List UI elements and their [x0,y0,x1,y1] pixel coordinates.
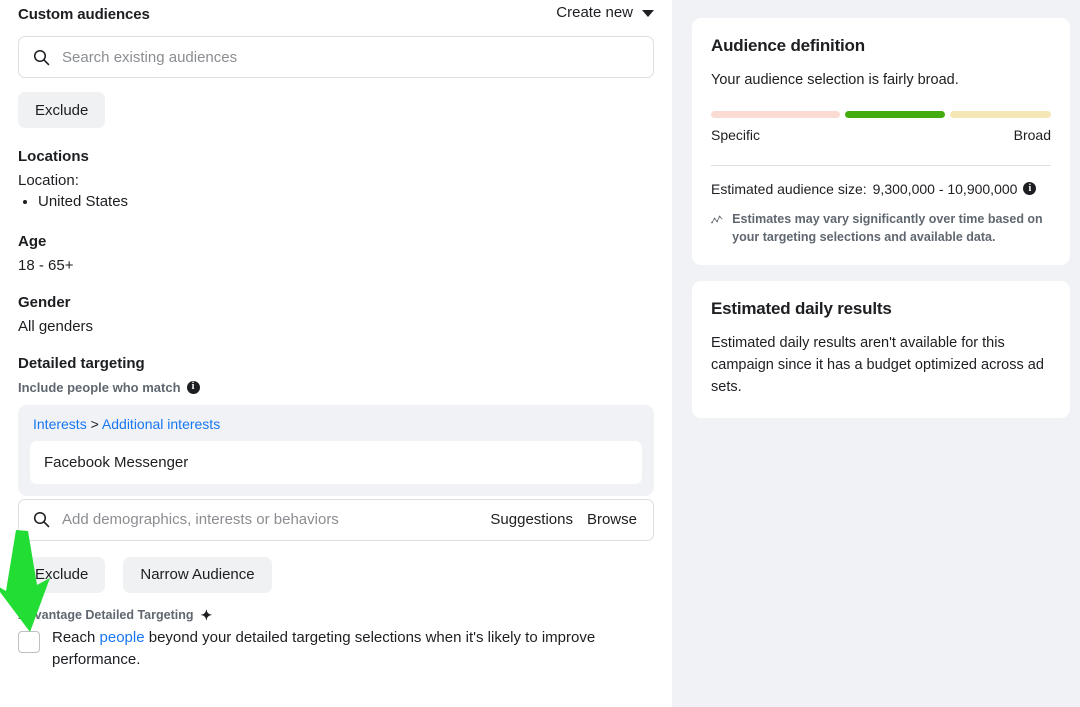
search-icon [33,49,50,66]
add-targeting-actions: Suggestions Browse [490,511,637,528]
estimated-daily-results-body: Estimated daily results aren't available… [711,333,1051,398]
meter-broad-label: Broad [1014,127,1051,143]
age-value: 18 - 65+ [18,257,654,274]
specific-segment [711,111,840,118]
locations-title: Locations [18,148,654,165]
advantage-description: Reach people beyond your detailed target… [52,627,630,671]
create-new-dropdown[interactable]: Create new [556,4,654,21]
estimated-size-label: Estimated audience size: [711,181,867,197]
included-targeting-group: Interests > Additional interests Faceboo… [18,405,654,496]
people-link[interactable]: people [100,629,145,646]
info-icon[interactable]: i [1023,182,1036,195]
estimated-size-value: 9,300,000 - 10,900,000 [873,181,1018,197]
detailed-targeting-title: Detailed targeting [18,355,654,372]
selected-interest-token[interactable]: Facebook Messenger [30,441,642,484]
age-section: Age 18 - 65+ [18,233,654,274]
audience-definition-title: Audience definition [711,36,1051,56]
exclude-audiences-button[interactable]: Exclude [18,92,105,128]
exclude-targeting-button[interactable]: Exclude [18,557,105,593]
include-people-label: Include people who match [18,380,181,395]
custom-audiences-header: Custom audiences Create new [18,0,654,23]
meter-specific-label: Specific [711,127,760,143]
narrow-audience-button[interactable]: Narrow Audience [123,557,271,593]
detailed-targeting-section: Detailed targeting Include people who ma… [18,355,654,671]
include-people-label-row: Include people who match i [18,380,654,395]
audience-definition-card: Audience definition Your audience select… [692,18,1070,265]
add-targeting-field[interactable]: Add demographics, interests or behaviors… [18,499,654,541]
breadcrumb-separator: > [91,416,99,432]
broad-segment [950,111,1051,118]
trend-chart-icon [711,211,723,229]
estimated-audience-size-row: Estimated audience size: 9,300,000 - 10,… [711,181,1051,197]
audience-settings-panel: Custom audiences Create new Search exist… [0,0,672,707]
locations-list: United States [38,191,654,213]
gender-value: All genders [18,318,654,335]
advantage-label: Advantage Detailed Targeting [18,608,194,622]
estimates-note: Estimates may vary significantly over ti… [711,211,1051,247]
estimates-sidebar: Audience definition Your audience select… [672,0,1080,707]
active-segment [845,111,946,118]
breadcrumb-leaf-link[interactable]: Additional interests [102,416,220,432]
estimated-daily-results-card: Estimated daily results Estimated daily … [692,281,1070,417]
custom-audiences-title: Custom audiences [18,6,150,23]
age-title: Age [18,233,654,250]
audience-search-field[interactable]: Search existing audiences [18,36,654,78]
audience-breadth-meter [711,111,1051,118]
gender-section: Gender All genders [18,294,654,335]
audience-search-placeholder: Search existing audiences [62,49,237,66]
location-label: Location: [18,172,654,189]
meter-labels: Specific Broad [711,127,1051,143]
advantage-checkbox[interactable] [18,631,40,653]
info-icon[interactable]: i [187,381,200,394]
suggestions-button[interactable]: Suggestions [490,511,573,528]
targeting-buttons-row: Exclude Narrow Audience [18,557,654,593]
list-item: United States [38,191,654,213]
create-new-label: Create new [556,4,633,21]
browse-button[interactable]: Browse [587,511,637,528]
sparkle-icon: ✦ [201,608,213,622]
estimates-note-text: Estimates may vary significantly over ti… [732,211,1051,247]
add-targeting-placeholder: Add demographics, interests or behaviors [62,511,478,528]
breadcrumb-root-link[interactable]: Interests [33,416,87,432]
advantage-label-row: Advantage Detailed Targeting ✦ [18,608,654,622]
search-icon [33,511,50,528]
estimated-daily-results-title: Estimated daily results [711,299,1051,319]
advantage-detailed-targeting-section: Advantage Detailed Targeting ✦ Reach peo… [18,608,654,671]
screen-root: Custom audiences Create new Search exist… [0,0,1080,707]
card-divider [711,165,1051,166]
locations-section: Locations Location: United States [18,148,654,213]
chevron-down-icon [642,10,654,17]
audience-definition-summary: Your audience selection is fairly broad. [711,70,1051,92]
gender-title: Gender [18,294,654,311]
breadcrumb: Interests > Additional interests [30,416,642,432]
advantage-checkbox-row: Reach people beyond your detailed target… [18,627,654,671]
advantage-text-before: Reach [52,629,100,646]
